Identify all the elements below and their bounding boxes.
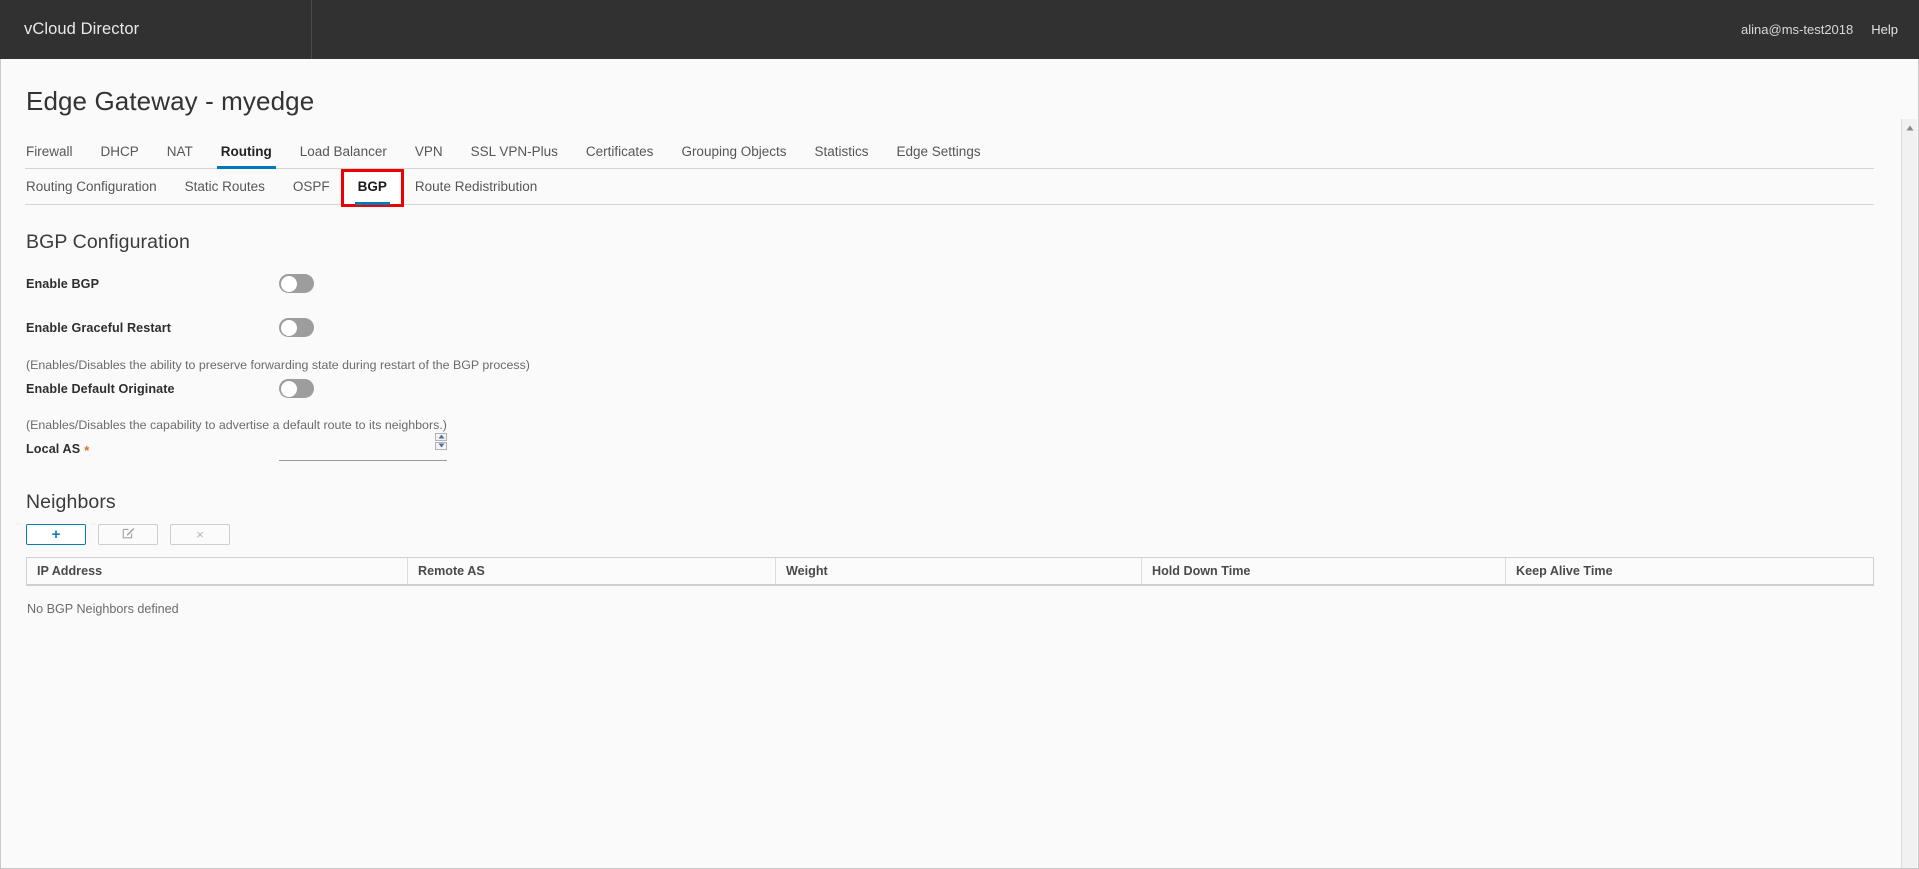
enable-default-originate-row: Enable Default Originate	[25, 379, 1874, 398]
enable-graceful-restart-toggle[interactable]	[279, 318, 314, 337]
tab-ospf[interactable]: OSPF	[279, 179, 344, 204]
neighbors-table: IP Address Remote AS Weight Hold Down Ti…	[26, 557, 1874, 586]
tab-certificates[interactable]: Certificates	[572, 144, 668, 168]
toggle-knob	[280, 380, 297, 397]
tab-firewall[interactable]: Firewall	[26, 144, 87, 168]
edit-neighbor-button[interactable]	[98, 524, 158, 545]
topbar-right-actions: alina@ms-test2018 Help	[1741, 22, 1919, 37]
spinner-down-icon[interactable]	[435, 441, 447, 450]
tab-bgp[interactable]: BGP	[340, 169, 404, 207]
edit-pencil-icon	[122, 526, 135, 544]
graceful-restart-helper-text: (Enables/Disables the ability to preserv…	[26, 358, 530, 372]
local-as-field[interactable]	[279, 432, 447, 461]
neighbors-empty-message: No BGP Neighbors defined	[27, 602, 179, 616]
add-neighbor-button[interactable]: +	[26, 524, 86, 545]
current-user-label[interactable]: alina@ms-test2018	[1741, 22, 1853, 37]
tab-routing-configuration[interactable]: Routing Configuration	[26, 179, 171, 204]
content-frame: Edge Gateway - myedge Firewall DHCP NAT …	[0, 59, 1919, 869]
delete-neighbor-button[interactable]: ×	[170, 524, 230, 545]
column-header-weight[interactable]: Weight	[776, 558, 1142, 584]
page-title: Edge Gateway - myedge	[26, 86, 315, 116]
local-as-spinner[interactable]	[435, 432, 447, 450]
enable-bgp-toggle[interactable]	[279, 274, 314, 293]
app-brand-title: vCloud Director	[24, 20, 140, 38]
brand-zone: vCloud Director	[0, 0, 312, 59]
tab-dhcp[interactable]: DHCP	[87, 144, 153, 168]
local-as-label: Local AS *	[26, 442, 279, 457]
default-originate-helper-text: (Enables/Disables the capability to adve…	[26, 418, 447, 432]
tab-routing[interactable]: Routing	[207, 144, 286, 169]
application-window: vCloud Director alina@ms-test2018 Help E…	[0, 0, 1919, 869]
scroll-up-arrow-icon[interactable]	[1902, 120, 1918, 136]
top-navigation-bar: vCloud Director alina@ms-test2018 Help	[0, 0, 1919, 59]
column-header-remote-as[interactable]: Remote AS	[408, 558, 776, 584]
tab-nat[interactable]: NAT	[153, 144, 207, 168]
enable-graceful-restart-row: Enable Graceful Restart	[25, 318, 1874, 337]
tab-statistics[interactable]: Statistics	[801, 144, 883, 168]
column-header-hold-down-time[interactable]: Hold Down Time	[1142, 558, 1506, 584]
local-as-input[interactable]	[279, 439, 429, 459]
tab-ssl-vpn-plus[interactable]: SSL VPN-Plus	[457, 144, 572, 168]
tab-load-balancer[interactable]: Load Balancer	[286, 144, 401, 168]
enable-graceful-restart-label: Enable Graceful Restart	[26, 320, 172, 335]
edge-gateway-page: Edge Gateway - myedge Firewall DHCP NAT …	[1, 59, 1898, 867]
primary-tab-bar: Firewall DHCP NAT Routing Load Balancer …	[25, 139, 1874, 169]
tab-edge-settings[interactable]: Edge Settings	[883, 144, 995, 168]
column-header-ip-address[interactable]: IP Address	[27, 558, 408, 584]
enable-bgp-label: Enable BGP	[26, 276, 100, 291]
toggle-knob	[280, 275, 297, 292]
vertical-scrollbar[interactable]	[1901, 119, 1918, 868]
plus-icon: +	[51, 526, 61, 543]
tab-route-redistribution[interactable]: Route Redistribution	[401, 179, 551, 204]
local-as-row: Local AS *	[25, 432, 1874, 461]
close-x-icon: ×	[196, 527, 204, 542]
neighbors-heading: Neighbors	[26, 491, 116, 513]
tab-vpn[interactable]: VPN	[401, 144, 457, 168]
enable-bgp-row: Enable BGP	[25, 274, 1874, 293]
neighbors-table-header-row: IP Address Remote AS Weight Hold Down Ti…	[27, 558, 1873, 584]
spinner-up-icon[interactable]	[435, 432, 447, 441]
bgp-configuration-heading: BGP Configuration	[26, 231, 190, 253]
neighbors-toolbar: + ×	[25, 524, 1874, 545]
required-indicator: *	[84, 442, 90, 458]
local-as-label-text: Local AS	[26, 442, 81, 457]
toggle-knob	[280, 319, 297, 336]
enable-default-originate-toggle[interactable]	[279, 379, 314, 398]
tab-static-routes[interactable]: Static Routes	[171, 179, 279, 204]
column-header-keep-alive-time[interactable]: Keep Alive Time	[1506, 558, 1873, 584]
help-link[interactable]: Help	[1871, 22, 1898, 37]
secondary-tab-bar: Routing Configuration Static Routes OSPF…	[25, 169, 1874, 207]
tab-grouping-objects[interactable]: Grouping Objects	[667, 144, 800, 168]
enable-default-originate-label: Enable Default Originate	[26, 381, 175, 396]
